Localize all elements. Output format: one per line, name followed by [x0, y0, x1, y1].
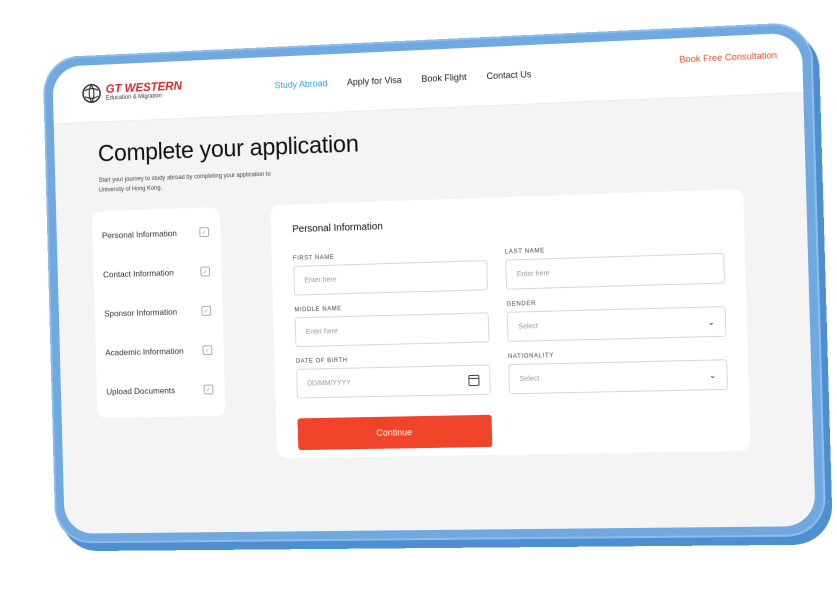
steps-sidebar: Personal Information ✓ Contact Informati…	[92, 207, 226, 418]
first-name-field: FIRST NAME Enter here	[293, 250, 488, 296]
last-name-field: LAST NAME Enter here	[505, 243, 725, 290]
gender-select[interactable]: Select ⌄	[507, 306, 727, 342]
step-contact-information[interactable]: Contact Information ✓	[103, 263, 210, 284]
personal-info-form: Personal Information FIRST NAME Enter he…	[270, 189, 750, 459]
last-name-placeholder: Enter here	[517, 270, 550, 278]
screen: GT WESTERN Education & Migration Study A…	[52, 32, 816, 533]
checkbox-icon: ✓	[200, 266, 210, 276]
step-label: Contact Information	[103, 268, 174, 280]
first-name-placeholder: Enter here	[304, 276, 336, 284]
tablet-device: GT WESTERN Education & Migration Study A…	[43, 22, 827, 544]
step-academic-information[interactable]: Academic Information ✓	[105, 341, 212, 361]
gender-field: GENDER Select ⌄	[506, 296, 726, 342]
chevron-down-icon: ⌄	[709, 370, 716, 379]
page-subtitle: Start your journey to study abroad by co…	[99, 170, 272, 196]
nav-apply-visa[interactable]: Apply for Visa	[347, 75, 402, 87]
step-sponsor-information[interactable]: Sponsor Information ✓	[104, 302, 211, 323]
step-label: Sponsor Information	[104, 307, 177, 319]
nationality-field: NATIONALITY Select ⌄	[508, 349, 728, 394]
main-nav: Study Abroad Apply for Visa Book Flight …	[275, 69, 532, 90]
middle-name-placeholder: Enter here	[306, 328, 338, 336]
middle-name-label: MIDDLE NAME	[294, 302, 488, 313]
calendar-icon[interactable]	[468, 374, 479, 385]
continue-button[interactable]: Continue	[297, 415, 492, 450]
nationality-label: NATIONALITY	[508, 349, 727, 360]
checkbox-icon: ✓	[199, 227, 209, 237]
chevron-down-icon: ⌄	[708, 317, 715, 326]
dob-placeholder: DD/MM/YYYY	[307, 379, 351, 387]
checkbox-icon: ✓	[201, 306, 211, 316]
gender-value: Select	[518, 323, 538, 331]
first-name-input[interactable]: Enter here	[293, 260, 488, 296]
brand-logo[interactable]: GT WESTERN Education & Migration	[81, 79, 182, 105]
nav-book-flight[interactable]: Book Flight	[421, 72, 466, 84]
middle-name-field: MIDDLE NAME Enter here	[294, 302, 489, 347]
page-title: Complete your application	[98, 131, 359, 169]
step-label: Upload Documents	[106, 385, 175, 396]
step-upload-documents[interactable]: Upload Documents ✓	[106, 381, 213, 401]
dob-field: DATE OF BIRTH DD/MM/YYYY	[296, 354, 491, 398]
dob-input[interactable]: DD/MM/YYYY	[296, 365, 491, 399]
nationality-select[interactable]: Select ⌄	[508, 359, 728, 394]
globe-logo-icon	[81, 82, 102, 104]
step-personal-information[interactable]: Personal Information ✓	[102, 223, 209, 244]
dob-label: DATE OF BIRTH	[296, 354, 490, 364]
form-title: Personal Information	[292, 221, 383, 235]
checkbox-icon: ✓	[202, 345, 212, 355]
nationality-value: Select	[520, 375, 540, 382]
checkbox-icon: ✓	[204, 385, 214, 395]
last-name-input[interactable]: Enter here	[505, 253, 725, 290]
step-label: Personal Information	[102, 228, 177, 240]
book-consultation-link[interactable]: Book Free Consultation	[679, 50, 777, 65]
nav-contact-us[interactable]: Contact Us	[486, 69, 531, 81]
step-label: Academic Information	[105, 346, 184, 358]
middle-name-input[interactable]: Enter here	[295, 312, 490, 347]
nav-study-abroad[interactable]: Study Abroad	[275, 78, 328, 90]
